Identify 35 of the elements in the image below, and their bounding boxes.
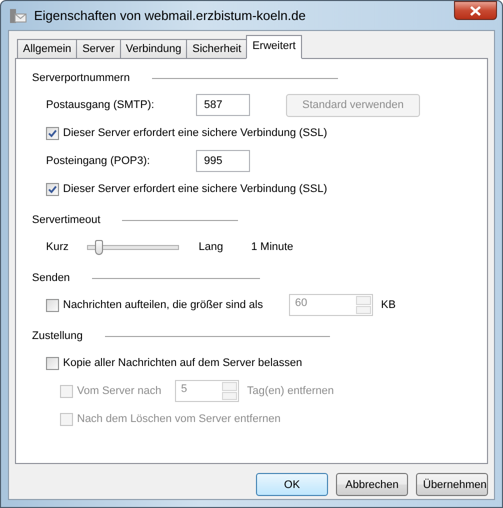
window-title: Eigenschaften von webmail.erzbistum-koeln.de bbox=[34, 8, 306, 23]
field-label: Posteingang (POP3): bbox=[46, 155, 151, 167]
slider-thumb[interactable] bbox=[94, 240, 103, 254]
tab[interactable]: Verbindung bbox=[120, 39, 188, 58]
close-button[interactable] bbox=[454, 1, 497, 20]
tab[interactable]: Server bbox=[76, 39, 121, 58]
tab[interactable]: Erweitert bbox=[246, 35, 302, 59]
close-icon bbox=[470, 6, 481, 16]
section-title: Zustellung bbox=[32, 330, 84, 342]
dialog-button[interactable]: Übernehmen bbox=[416, 473, 488, 496]
unit-label: KB bbox=[381, 299, 396, 311]
tab[interactable]: Allgemein bbox=[17, 39, 78, 58]
checkbox-label[interactable]: Kopie aller Nachrichten auf dem Server belassen bbox=[63, 357, 302, 369]
section-title: Senden bbox=[32, 272, 71, 284]
dialog-button[interactable]: Abbrechen bbox=[336, 473, 408, 496]
field-label: Postausgang (SMTP): bbox=[46, 99, 156, 111]
checkbox[interactable] bbox=[46, 182, 59, 196]
port-field[interactable]: 587 bbox=[196, 94, 250, 116]
checkbox-label[interactable]: Nachrichten aufteilen, die größer sind als bbox=[63, 299, 289, 311]
port-field[interactable]: 995 bbox=[196, 150, 250, 172]
mail-server-icon bbox=[9, 8, 27, 24]
tab[interactable]: Sicherheit bbox=[186, 39, 248, 58]
timeout-slider[interactable] bbox=[86, 240, 179, 254]
slider-min-label: Kurz bbox=[46, 241, 69, 253]
slider-max-label: Lang bbox=[198, 241, 224, 253]
timeout-reading: 1 Minute bbox=[251, 241, 294, 253]
checkbox-label[interactable]: Dieser Server erfordert eine sichere Verbindung (SSL) bbox=[63, 183, 328, 195]
dialog-button[interactable]: OK bbox=[256, 473, 328, 496]
section-title: Servertimeout bbox=[32, 214, 102, 226]
checkbox[interactable] bbox=[46, 298, 59, 312]
section-title: Serverportnummern bbox=[32, 72, 131, 84]
unit-label: Tag(en) entfernen bbox=[247, 385, 334, 397]
checkbox[interactable] bbox=[46, 356, 59, 370]
checkbox[interactable] bbox=[46, 126, 59, 140]
checkbox-label[interactable]: Dieser Server erfordert eine sichere Verbindung (SSL) bbox=[63, 127, 328, 139]
